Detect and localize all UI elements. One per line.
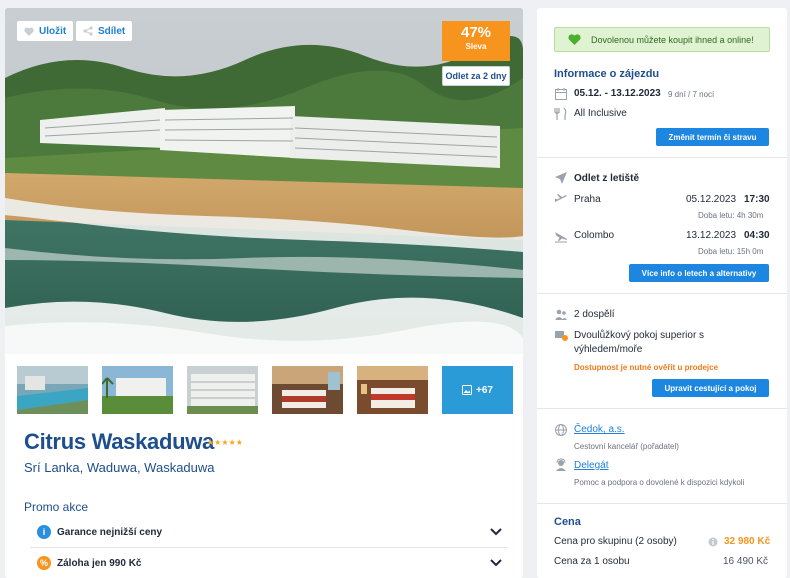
person-price-label: Cena za 1 osobu (554, 556, 630, 567)
hotel-name: Citrus Waskaduwa (24, 429, 214, 454)
trip-duration: 9 dní / 7 nocí (668, 90, 715, 99)
inbound-time: 04:30 (744, 230, 770, 241)
thumbnail-room-2[interactable] (357, 366, 428, 414)
share-button[interactable]: Sdílet (76, 21, 133, 41)
flight-info-button[interactable]: Více info o letech a alternativy (629, 264, 769, 282)
cutlery-icon (554, 107, 567, 120)
plane-takeoff-icon (555, 194, 567, 202)
thumbnail-garden[interactable] (102, 366, 173, 414)
percent-icon: % (37, 556, 51, 570)
agency-link[interactable]: Čedok, a.s. (574, 424, 625, 435)
trip-info-title: Informace o zájezdu (554, 68, 660, 80)
travelers-count: 2 dospělí (574, 309, 615, 320)
outbound-time: 17:30 (744, 194, 770, 205)
booking-sidebar: Dovolenou můžete koupit ihned a online! … (537, 8, 787, 578)
inbound-duration: Doba letu: 15h 0m (698, 247, 764, 256)
promo-item-deposit[interactable]: % Záloha jen 990 Kč (30, 548, 508, 578)
promo-item-label: Záloha jen 990 Kč (57, 557, 142, 569)
group-price-label: Cena pro skupinu (2 osoby) (554, 536, 677, 547)
availability-warning: Dostupnost je nutné ověřit u prodejce (574, 363, 719, 372)
share-icon (83, 26, 93, 36)
outbound-city: Praha (574, 194, 601, 205)
info-icon[interactable] (708, 537, 718, 547)
discount-percent: 47% (460, 24, 492, 41)
inbound-city: Colombo (574, 230, 615, 241)
support-icon (556, 458, 566, 471)
promo-item-price-guarantee[interactable]: i Garance nejnižší ceny (30, 517, 508, 547)
thumbnail-building[interactable] (187, 366, 258, 414)
thumbnail-pool[interactable] (17, 366, 88, 414)
info-icon: i (37, 525, 51, 539)
globe-icon (555, 424, 567, 436)
thumbnail-room-1[interactable] (272, 366, 343, 414)
price-title: Cena (554, 516, 581, 528)
share-label: Sdílet (98, 25, 126, 37)
heart-icon (568, 34, 581, 45)
outbound-date: 05.12.2023 (686, 194, 737, 205)
hotel-detail-panel: Uložit Sdílet 47% Sleva Odlet za 2 dny +… (5, 8, 523, 578)
plane-landing-icon (555, 232, 567, 243)
room-type: Dvoulůžkový pokoj superior s výhledem/mo… (574, 330, 705, 355)
section-divider (537, 157, 787, 158)
room-icon (555, 331, 568, 341)
save-button[interactable]: Uložit (17, 21, 74, 41)
navigation-arrow-icon (555, 172, 567, 184)
promo-title: Promo akce (24, 500, 89, 514)
more-photos-count: +67 (476, 384, 493, 396)
delegate-note: Pomoc a podpora o dovolené k dispozici k… (574, 478, 745, 487)
more-photos-button[interactable]: +67 (442, 366, 513, 414)
inbound-date: 13.12.2023 (686, 230, 737, 241)
buy-online-banner: Dovolenou můžete koupit ihned a online! (554, 27, 770, 52)
section-divider (537, 293, 787, 294)
trip-dates: 05.12. - 13.12.2023 (574, 88, 661, 99)
banner-text: Dovolenou můžete koupit ihned a online! (591, 34, 754, 45)
people-icon (555, 309, 567, 320)
outbound-duration: Doba letu: 4h 30m (698, 211, 764, 220)
heart-icon (24, 27, 34, 36)
flight-title: Odlet z letiště (574, 173, 640, 184)
star-rating: ★★★★★ (207, 438, 243, 447)
chevron-down-icon (490, 559, 502, 567)
thumbnail-strip: +67 (17, 366, 513, 414)
person-price-value: 16 490 Kč (723, 556, 769, 567)
save-label: Uložit (39, 25, 67, 37)
promo-item-label: Garance nejnižší ceny (57, 526, 163, 538)
hotel-location: Srí Lanka, Waduwa, Waskaduwa (24, 460, 215, 475)
departure-tag: Odlet za 2 dny (442, 66, 510, 86)
section-divider (537, 408, 787, 409)
board-type: All Inclusive (574, 108, 627, 119)
group-price-value: 32 980 Kč (724, 536, 771, 547)
section-divider (537, 503, 787, 504)
delegate-link[interactable]: Delegát (574, 460, 608, 471)
agency-role: Cestovní kancelář (pořadatel) (574, 442, 679, 451)
discount-label: Sleva (465, 42, 487, 51)
chevron-down-icon (490, 528, 502, 536)
edit-travelers-button[interactable]: Upravit cestující a pokoj (652, 379, 769, 397)
discount-badge: 47% Sleva (442, 21, 510, 61)
photo-icon (462, 385, 473, 395)
change-date-button[interactable]: Změnit termín či stravu (656, 128, 769, 146)
calendar-icon (555, 88, 567, 100)
hero-photo[interactable]: Uložit Sdílet 47% Sleva Odlet za 2 dny (5, 8, 523, 354)
